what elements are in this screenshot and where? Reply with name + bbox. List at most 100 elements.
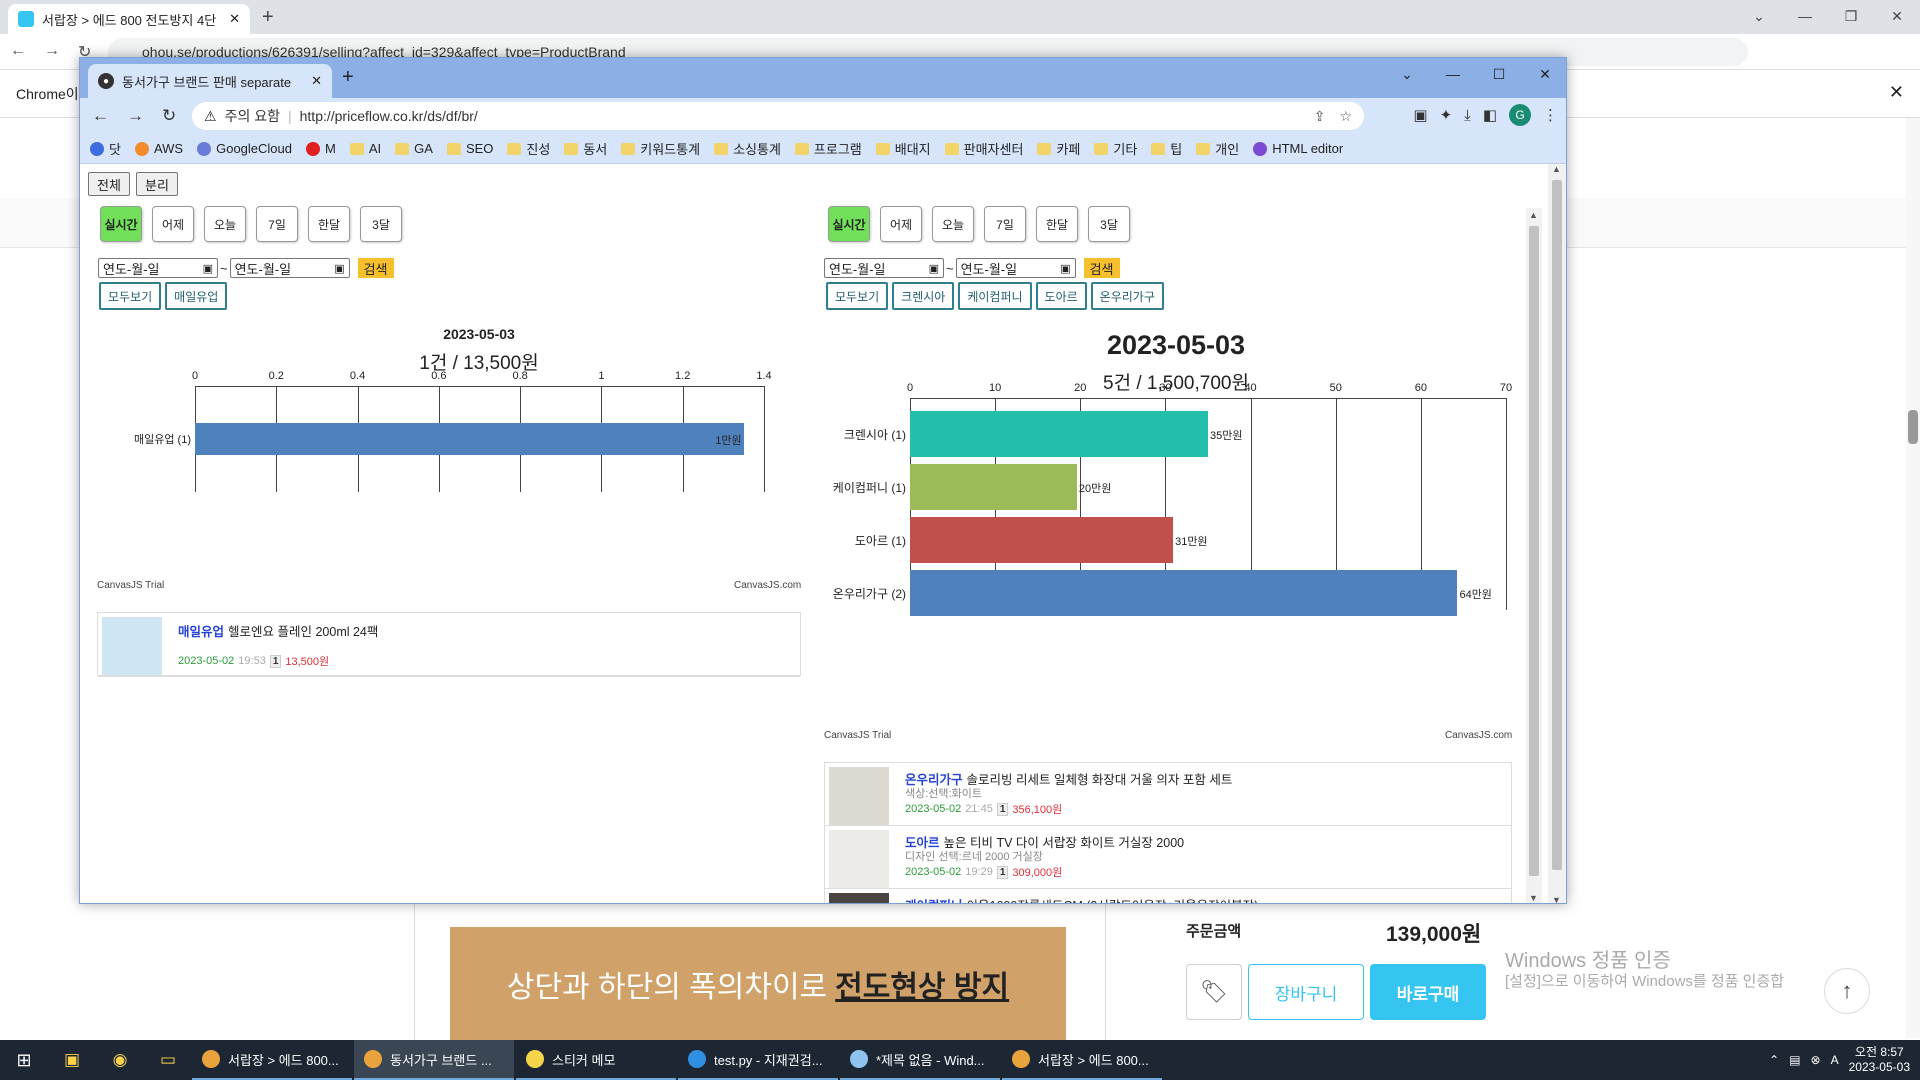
scroll-top-button[interactable]: ↑ [1824, 968, 1870, 1014]
bookmark-item[interactable]: 진성 [507, 139, 550, 158]
bookmark-item[interactable]: HTML editor [1253, 141, 1343, 156]
maximize-button[interactable]: ☐ [1476, 58, 1522, 90]
chevron-down-icon[interactable]: ⌄ [1736, 0, 1782, 32]
scroll-up-icon[interactable]: ▲ [1529, 210, 1538, 220]
warning-icon[interactable]: ⚠ [204, 108, 217, 125]
filter-button[interactable]: 모두보기 [826, 282, 889, 310]
close-icon[interactable]: ✕ [1889, 82, 1904, 103]
bookmark-item[interactable]: 키워드통계 [621, 139, 700, 158]
close-window-button[interactable]: ✕ [1522, 58, 1566, 90]
chart-bar[interactable] [910, 411, 1208, 457]
bookmark-item[interactable]: 프로그램 [794, 139, 862, 158]
url-text[interactable]: http://priceflow.co.kr/ds/df/br/ [300, 108, 478, 124]
period-button[interactable]: 7일 [256, 206, 298, 242]
chart-bar[interactable] [910, 517, 1174, 563]
period-button[interactable]: 실시간 [828, 206, 870, 242]
new-tab-button[interactable]: + [262, 6, 274, 29]
bookmark-item[interactable]: 판매자센터 [944, 139, 1023, 158]
clock[interactable]: 오전 8:57 2023-05-03 [1849, 1045, 1910, 1075]
taskbar-item[interactable]: 서랍장 > 에드 800... [1002, 1040, 1162, 1080]
inner-scrollbar[interactable]: ▲ ▼ [1526, 208, 1542, 903]
filter-button[interactable]: 크렌시아 [892, 282, 955, 310]
start-date-input[interactable]: 연도-월-일 ▣ [98, 258, 218, 278]
scroll-thumb[interactable] [1908, 410, 1918, 444]
security-warning[interactable]: 주의 요함 [225, 106, 280, 126]
chevron-down-icon[interactable]: ⌄ [1384, 58, 1430, 90]
taskbar-item[interactable]: *제목 없음 - Wind... [840, 1040, 1000, 1080]
ime-indicator[interactable]: A [1831, 1053, 1839, 1067]
forward-icon[interactable]: → [127, 106, 144, 126]
scroll-down-icon[interactable]: ▼ [1552, 895, 1561, 903]
bg-tab[interactable]: 서랍장 > 에드 800 전도방지 4단 ✕ [8, 4, 250, 34]
filter-button[interactable]: 매일유업 [165, 282, 228, 310]
chart-bar[interactable] [910, 570, 1458, 616]
bookmark-item[interactable]: AWS [134, 141, 183, 156]
pinned-app-icon[interactable]: ▣ [48, 1040, 96, 1080]
start-date-input[interactable]: 연도-월-일 ▣ [824, 258, 944, 278]
bg-page-scrollbar[interactable] [1906, 118, 1920, 1038]
product-name[interactable]: 매일유업 헬로엔요 플레인 200ml 24팩 [178, 621, 378, 640]
menu-icon[interactable]: ⋮ [1543, 106, 1558, 124]
product-row[interactable]: 케이컴퍼니이음1600장롱세트CM (3서랍도어옷장+거울옷장이불장)색상:네이… [825, 889, 1511, 903]
filter-button[interactable]: 모두보기 [99, 282, 162, 310]
bookmark-item[interactable]: 소싱통계 [714, 139, 781, 158]
chart-bar[interactable] [910, 464, 1077, 510]
period-button[interactable]: 오늘 [932, 206, 974, 242]
end-date-input[interactable]: 연도-월-일 ▣ [955, 258, 1076, 278]
product-thumbnail[interactable] [102, 617, 162, 675]
product-brand[interactable]: 케이컴퍼니 [905, 899, 963, 903]
restore-button[interactable]: ❐ [1828, 0, 1874, 32]
scroll-down-icon[interactable]: ▼ [1529, 893, 1538, 903]
bookmark-item[interactable]: M [306, 141, 336, 156]
canvasjs-credit[interactable]: CanvasJS.com [1445, 730, 1512, 741]
bookmark-item[interactable]: GA [395, 141, 433, 156]
network-icon[interactable]: ▤ [1789, 1053, 1800, 1067]
bookmark-item[interactable]: GoogleCloud [197, 141, 292, 156]
sidepanel-icon[interactable]: ◧ [1483, 106, 1497, 124]
chart-bar[interactable] [195, 423, 744, 455]
filter-button[interactable]: 온우리가구 [1090, 282, 1164, 310]
cast-icon[interactable]: ▣ [1413, 106, 1427, 124]
cart-button[interactable]: 장바구니 [1248, 964, 1364, 1020]
popup-scrollbar[interactable]: ▲ ▼ [1548, 164, 1566, 903]
taskbar-item[interactable]: 스티커 메모 [516, 1040, 676, 1080]
bookmark-item[interactable]: 닷 [90, 139, 121, 158]
filter-button[interactable]: 케이컴퍼니 [958, 282, 1032, 310]
close-icon[interactable]: ✕ [229, 11, 240, 27]
period-button[interactable]: 7일 [984, 206, 1026, 242]
period-button[interactable]: 한달 [1036, 206, 1078, 242]
product-brand[interactable]: 매일유업 [178, 625, 224, 639]
bookmark-item[interactable]: AI [349, 141, 381, 156]
notification-icon[interactable]: ⊗ [1811, 1053, 1821, 1067]
scroll-thumb[interactable] [1529, 226, 1539, 876]
period-button[interactable]: 3달 [1088, 206, 1130, 242]
search-button[interactable]: 검색 [357, 258, 394, 278]
minimize-button[interactable]: — [1782, 0, 1828, 32]
back-icon[interactable]: ← [92, 106, 109, 126]
puzzle-icon[interactable]: ✦ [1440, 106, 1453, 124]
buy-now-button[interactable]: 바로구매 [1370, 964, 1486, 1020]
calendar-icon[interactable]: ▣ [929, 262, 939, 275]
download-icon[interactable]: ⤓ [1464, 107, 1471, 124]
calendar-icon[interactable]: ▣ [334, 262, 344, 275]
product-row[interactable]: 온우리가구 솔로리빙 리세트 일체형 화장대 거울 의자 포함 세트 색상:선택:화… [825, 763, 1511, 826]
taskbar-item[interactable]: 동서가구 브랜드 ... [354, 1040, 514, 1080]
product-thumbnail[interactable] [829, 893, 889, 903]
period-button[interactable]: 한달 [308, 206, 350, 242]
end-date-input[interactable]: 연도-월-일 ▣ [229, 258, 350, 278]
close-window-button[interactable]: ✕ [1874, 0, 1920, 32]
product-thumbnail[interactable] [829, 830, 889, 888]
product-name[interactable]: 케이컴퍼니 이음1600장롱세트CM (3서랍도어옷장+거울옷장이불장) [905, 895, 1258, 903]
period-button[interactable]: 3달 [360, 206, 402, 242]
chevron-up-icon[interactable]: ⌃ [1769, 1053, 1779, 1067]
share-icon[interactable]: ⇪ [1314, 108, 1326, 125]
period-button[interactable]: 오늘 [204, 206, 246, 242]
bookmark-button[interactable]: 🏷 [1186, 964, 1242, 1020]
product-thumbnail[interactable] [829, 767, 889, 825]
bookmark-item[interactable]: 팁 [1151, 139, 1182, 158]
minimize-button[interactable]: — [1430, 58, 1476, 90]
popup-address-bar[interactable]: ⚠ 주의 요함 | http://priceflow.co.kr/ds/df/b… [192, 102, 1364, 130]
new-tab-button[interactable]: + [342, 66, 354, 89]
star-icon[interactable]: ☆ [1339, 108, 1352, 125]
search-button[interactable]: 검색 [1083, 258, 1120, 278]
